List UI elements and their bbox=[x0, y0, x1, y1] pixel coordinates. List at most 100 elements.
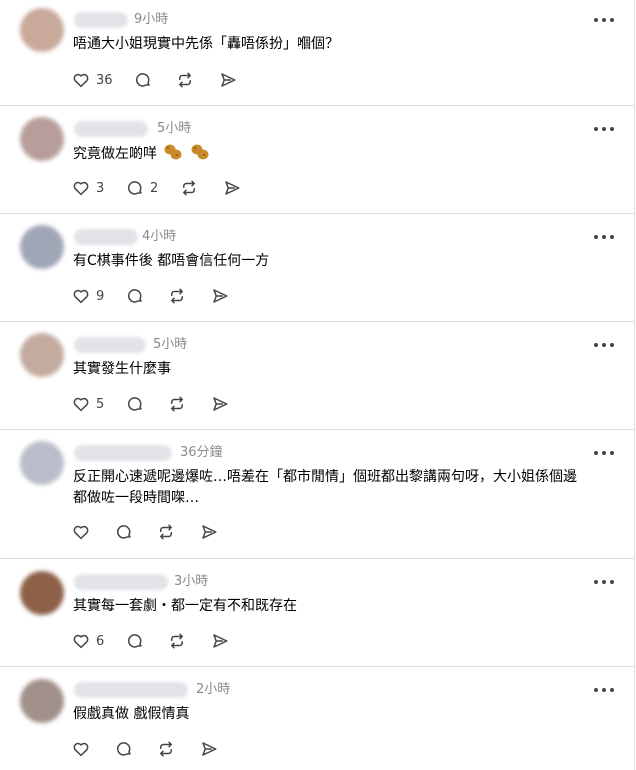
comment-thread bbox=[0, 0, 635, 770]
repost-icon bbox=[160, 524, 172, 540]
like-button[interactable]: 9 bbox=[72, 287, 104, 305]
reply-button[interactable] bbox=[134, 71, 152, 89]
like-button[interactable] bbox=[72, 523, 90, 541]
share-button[interactable] bbox=[219, 71, 237, 89]
comment-time: 3小時 bbox=[174, 574, 209, 589]
avatar[interactable] bbox=[20, 441, 64, 485]
more-icon[interactable] bbox=[594, 341, 614, 349]
username-blurred[interactable] bbox=[74, 337, 146, 353]
comment-text: 唔通大小姐現實中先係「轟唔係扮」嗰個？ bbox=[73, 36, 339, 52]
reply-button[interactable] bbox=[126, 632, 144, 650]
comment-time: 36分鐘 bbox=[180, 445, 223, 460]
share-icon bbox=[213, 397, 228, 411]
comment-text: 究竟做左啲咩 bbox=[73, 143, 613, 165]
share-button[interactable] bbox=[200, 740, 218, 758]
more-icon[interactable] bbox=[594, 578, 614, 586]
comment-text: 其實每一套劇・都一定有不和既存在 bbox=[73, 598, 297, 614]
share-button[interactable] bbox=[223, 179, 241, 197]
comment-time: 5小時 bbox=[157, 121, 192, 136]
avatar[interactable] bbox=[20, 679, 64, 723]
repost-button[interactable] bbox=[180, 179, 198, 197]
comment-icon bbox=[116, 525, 131, 539]
like-button[interactable]: 36 bbox=[72, 71, 113, 89]
reply-button[interactable] bbox=[115, 740, 133, 758]
heart-icon bbox=[73, 181, 89, 196]
heart-icon bbox=[73, 289, 89, 304]
comment-icon bbox=[127, 181, 142, 195]
repost-icon bbox=[183, 180, 195, 196]
comment-time: 2小時 bbox=[196, 682, 231, 697]
comment-icon bbox=[135, 73, 150, 87]
comment-time: 5小時 bbox=[153, 337, 188, 352]
like-button[interactable]: 6 bbox=[72, 632, 104, 650]
repost-button[interactable] bbox=[157, 740, 175, 758]
more-icon[interactable] bbox=[594, 449, 614, 457]
reply-button[interactable] bbox=[115, 523, 133, 541]
like-button[interactable]: 3 bbox=[72, 179, 104, 197]
share-button[interactable] bbox=[211, 395, 229, 413]
repost-icon bbox=[171, 396, 183, 412]
comment-text: 有C棋事件後 都唔會信任何一方 bbox=[73, 253, 270, 269]
repost-button[interactable] bbox=[176, 71, 194, 89]
share-icon bbox=[213, 289, 228, 303]
peanut-emoji bbox=[164, 144, 182, 160]
share-button[interactable] bbox=[211, 287, 229, 305]
avatar[interactable] bbox=[20, 8, 64, 52]
username-blurred[interactable] bbox=[74, 445, 172, 461]
comment-icon bbox=[127, 634, 142, 648]
share-button[interactable] bbox=[211, 632, 229, 650]
username-blurred[interactable] bbox=[74, 574, 168, 590]
divider bbox=[0, 558, 634, 559]
username-blurred[interactable] bbox=[74, 12, 128, 28]
share-icon bbox=[225, 181, 240, 195]
comment-text: 假戲真做 戲假情真 bbox=[73, 706, 190, 722]
reply-button[interactable] bbox=[126, 287, 144, 305]
comment-icon bbox=[127, 289, 142, 303]
share-button[interactable] bbox=[200, 523, 218, 541]
comment-text-continued: 都做咗一段時間㗎… bbox=[73, 490, 199, 506]
like-count: 3 bbox=[96, 180, 105, 196]
reply-count: 2 bbox=[150, 180, 159, 196]
comment-time: 9小時 bbox=[134, 12, 169, 27]
divider bbox=[0, 105, 634, 106]
avatar[interactable] bbox=[20, 225, 64, 269]
repost-button[interactable] bbox=[168, 287, 186, 305]
repost-icon bbox=[160, 741, 172, 757]
share-icon bbox=[221, 73, 236, 87]
repost-button[interactable] bbox=[157, 523, 175, 541]
reply-button[interactable] bbox=[126, 395, 144, 413]
repost-button[interactable] bbox=[168, 632, 186, 650]
avatar[interactable] bbox=[20, 117, 64, 161]
repost-icon bbox=[171, 633, 183, 649]
heart-icon bbox=[73, 397, 89, 412]
username-blurred[interactable] bbox=[74, 682, 188, 698]
repost-button[interactable] bbox=[168, 395, 186, 413]
like-button[interactable] bbox=[72, 740, 90, 758]
more-icon[interactable] bbox=[594, 125, 614, 133]
like-count: 5 bbox=[96, 396, 105, 412]
share-icon bbox=[202, 525, 217, 539]
comment-text: 反正開心速遞呢邊爆咗…唔差在「都市閒情」個班都出黎講兩句呀，大小姐係個邊 bbox=[73, 469, 577, 485]
comment-icon bbox=[116, 742, 131, 756]
more-icon[interactable] bbox=[594, 16, 614, 24]
more-icon[interactable] bbox=[594, 686, 614, 694]
comment-text-content: 究竟做左啲咩 bbox=[73, 146, 157, 162]
heart-icon bbox=[73, 742, 89, 757]
reply-button[interactable]: 2 bbox=[126, 179, 158, 197]
divider bbox=[0, 666, 634, 667]
comment-icon bbox=[127, 397, 142, 411]
like-button[interactable]: 5 bbox=[72, 395, 104, 413]
heart-icon bbox=[73, 525, 89, 540]
username-blurred[interactable] bbox=[74, 229, 138, 245]
repost-icon bbox=[179, 72, 191, 88]
repost-icon bbox=[171, 288, 183, 304]
divider bbox=[0, 321, 634, 322]
heart-icon bbox=[73, 634, 89, 649]
username-blurred[interactable] bbox=[74, 121, 148, 137]
avatar[interactable] bbox=[20, 571, 64, 615]
more-icon[interactable] bbox=[594, 233, 614, 241]
like-count: 9 bbox=[96, 288, 105, 304]
comment-text: 其實發生什麼事 bbox=[73, 361, 171, 377]
avatar[interactable] bbox=[20, 333, 64, 377]
heart-icon bbox=[73, 73, 89, 88]
